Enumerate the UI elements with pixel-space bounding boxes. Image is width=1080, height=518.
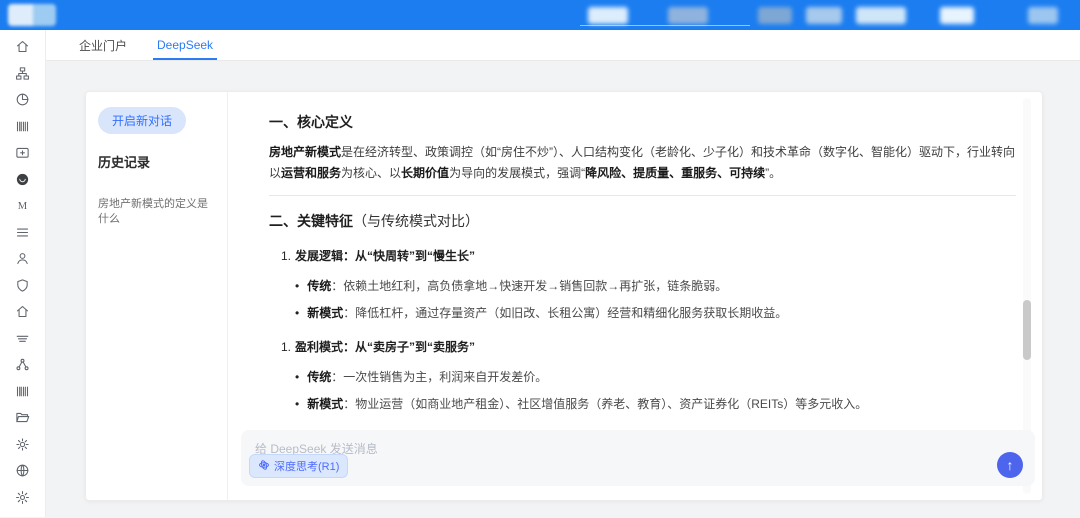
paragraph: 房地产新模式是在经济转型、政策调控（如“房住不炒”）、人口结构变化（老龄化、少子…: [269, 142, 1016, 183]
list-icon[interactable]: [15, 225, 31, 240]
bullet-item: •传统：依赖土地红利，高负债拿地→快速开发→销售回款→再扩张，链条脆弱。: [295, 277, 1016, 296]
tab-bar: 企业门户DeepSeek: [46, 30, 1080, 61]
app-logo: [8, 4, 56, 26]
svg-text:M: M: [18, 201, 28, 212]
sitemap-icon[interactable]: [15, 66, 31, 81]
bullet-list: •传统：依赖土地红利，高负债拿地→快速开发→销售回款→再扩张，链条脆弱。 •新模式…: [295, 277, 1016, 322]
barcode-icon[interactable]: [15, 119, 31, 134]
workspace: 开启新对话 历史记录 房地产新模式的定义是什么 一、核心定义房地产新模式是在经济…: [46, 61, 1080, 518]
network-icon[interactable]: [15, 357, 31, 372]
left-icon-rail: M: [0, 30, 46, 517]
letter-m-icon[interactable]: M: [15, 198, 31, 213]
header-blurred-item[interactable]: [668, 7, 708, 24]
person-icon[interactable]: [15, 251, 31, 266]
deep-think-icon: [258, 459, 270, 474]
shield-icon[interactable]: [15, 278, 31, 293]
bullet-list: •传统：一次性销售为主，利润来自开发差价。 •新模式：物业运营（如商业地产租金）、…: [295, 368, 1016, 413]
numbered-item: 1.发展逻辑：从“快周转”到“慢生长”: [281, 247, 1016, 264]
top-header: [0, 0, 1080, 30]
layers-icon[interactable]: [15, 331, 31, 346]
logo-icon[interactable]: [15, 172, 31, 187]
header-blurred-item[interactable]: [758, 7, 792, 24]
chat-scrollbar-thumb[interactable]: [1023, 300, 1031, 360]
bullet-item: •新模式：物业运营（如商业地产租金）、社区增值服务（养老、教育）、资产证券化（R…: [295, 395, 1016, 414]
header-blurred-item[interactable]: [588, 7, 628, 24]
history-item[interactable]: 房地产新模式的定义是什么: [98, 197, 215, 228]
send-button[interactable]: ↑: [997, 452, 1023, 478]
header-blurred-item[interactable]: [1028, 7, 1058, 24]
folder-plus-icon[interactable]: [15, 145, 31, 160]
home-icon[interactable]: [15, 39, 31, 54]
bullet-item: •新模式：降低杠杆，通过存量资产（如旧改、长租公寓）经营和精细化服务获取长期收益…: [295, 304, 1016, 323]
divider: [269, 195, 1016, 196]
chat-column: 一、核心定义房地产新模式是在经济转型、政策调控（如“房住不炒”）、人口结构变化（…: [228, 92, 1042, 500]
home-icon[interactable]: [15, 304, 31, 319]
deep-think-label: 深度思考(R1): [274, 458, 339, 474]
numbered-item: 1.盈利模式：从“卖房子”到“卖服务”: [281, 338, 1016, 355]
folder-icon[interactable]: [15, 410, 31, 425]
deep-think-toggle[interactable]: 深度思考(R1): [249, 454, 348, 478]
gear-icon[interactable]: [15, 490, 31, 505]
header-blurred-item[interactable]: [806, 7, 842, 24]
deepseek-chat-card: 开启新对话 历史记录 房地产新模式的定义是什么 一、核心定义房地产新模式是在经济…: [85, 91, 1043, 501]
section-heading: 一、核心定义: [269, 112, 1016, 132]
chat-history-panel: 开启新对话 历史记录 房地产新模式的定义是什么: [86, 92, 228, 500]
new-chat-button[interactable]: 开启新对话: [98, 107, 186, 134]
header-blurred-item[interactable]: [856, 7, 906, 24]
chat-messages[interactable]: 一、核心定义房地产新模式是在经济转型、政策调控（如“房住不炒”）、人口结构变化（…: [228, 92, 1042, 424]
globe-icon[interactable]: [15, 463, 31, 478]
header-blurred-item[interactable]: [940, 7, 974, 24]
tab-deepseek[interactable]: DeepSeek: [142, 30, 228, 60]
tab-enterprise-portal[interactable]: 企业门户: [64, 30, 142, 60]
flower-icon[interactable]: [15, 437, 31, 452]
history-title: 历史记录: [98, 152, 215, 171]
pie-chart-icon[interactable]: [15, 92, 31, 107]
bullet-item: •传统：一次性销售为主，利润来自开发差价。: [295, 368, 1016, 387]
section-heading: 二、关键特征（与传统模式对比）: [269, 211, 1016, 231]
barcode-icon[interactable]: [15, 384, 31, 399]
header-underline: [580, 25, 750, 26]
message-input[interactable]: 给 DeepSeek 发送消息 深度思考(R1) ↑: [241, 430, 1035, 486]
